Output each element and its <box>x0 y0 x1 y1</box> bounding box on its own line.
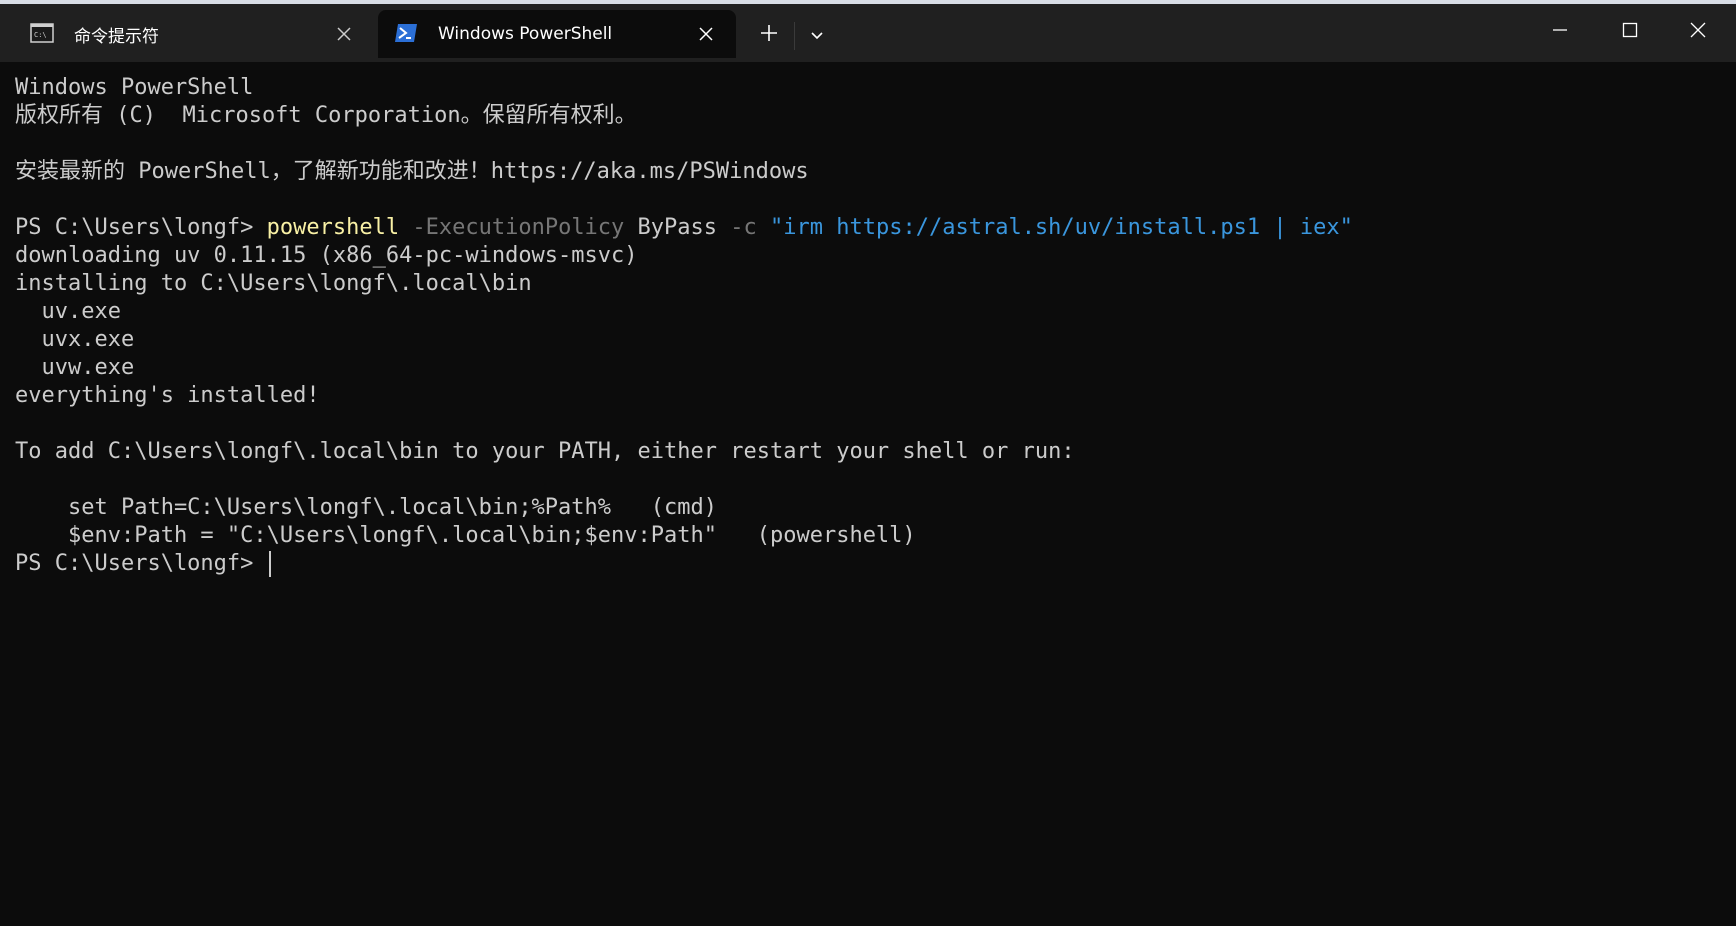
svg-text:C:\: C:\ <box>34 31 47 39</box>
console-line: everything's installed! <box>15 383 320 408</box>
command-parameter: -ExecutionPolicy <box>412 215 625 240</box>
minimize-icon <box>1552 22 1568 42</box>
new-tab-button[interactable] <box>752 18 786 52</box>
command-name: powershell <box>266 215 400 240</box>
scrollbar[interactable] <box>1728 62 1734 922</box>
console-line: uv.exe <box>15 299 121 324</box>
maximize-button[interactable] <box>1600 4 1660 60</box>
console-line: To add C:\Users\longf\.local\bin to your… <box>15 439 1075 464</box>
console-line: Windows PowerShell <box>15 75 254 100</box>
close-icon <box>1690 22 1706 42</box>
console-line: uvx.exe <box>15 327 135 352</box>
minimize-button[interactable] <box>1530 4 1590 60</box>
command-parameter: -c <box>730 215 757 240</box>
tab-powershell[interactable]: Windows PowerShell <box>378 10 736 58</box>
close-tab-icon[interactable] <box>328 18 360 50</box>
text-cursor <box>268 551 271 577</box>
command-argument: ByPass <box>637 215 718 240</box>
console-line: 安装最新的 PowerShell，了解新功能和改进！https://aka.ms… <box>15 159 809 184</box>
terminal-window: C:\ 命令提示符 Windows PowerShell Windows Pow… <box>0 0 1736 926</box>
console-line: installing to C:\Users\longf\.local\bin <box>15 271 532 296</box>
powershell-icon <box>394 23 420 45</box>
console-line: downloading uv 0.11.15 (x86_64-pc-window… <box>15 243 638 268</box>
chevron-down-icon <box>810 26 824 45</box>
console-line: 版权所有 (C) Microsoft Corporation。保留所有权利。 <box>15 103 637 128</box>
tab-label: Windows PowerShell <box>438 24 613 44</box>
cmd-icon: C:\ <box>30 23 56 45</box>
new-tab-dropdown-button[interactable] <box>800 18 834 52</box>
prompt: PS C:\Users\longf> <box>15 551 267 576</box>
close-window-button[interactable] <box>1668 4 1728 60</box>
tab-cmd[interactable]: C:\ 命令提示符 <box>14 10 374 58</box>
tab-label: 命令提示符 <box>74 26 159 47</box>
console-line: $env:Path = "C:\Users\longf\.local\bin;$… <box>15 523 916 548</box>
input-line[interactable]: PS C:\Users\longf> <box>15 550 271 578</box>
tab-divider <box>794 22 795 50</box>
plus-icon <box>760 24 778 46</box>
command-line: PS C:\Users\longf> powershell -Execution… <box>15 214 1353 242</box>
maximize-icon <box>1622 22 1638 42</box>
console-line: set Path=C:\Users\longf\.local\bin;%Path… <box>15 495 717 520</box>
console-line: uvw.exe <box>15 355 135 380</box>
command-string: "irm https://astral.sh/uv/install.ps1 | … <box>770 215 1353 240</box>
close-tab-icon[interactable] <box>690 18 722 50</box>
prompt: PS C:\Users\longf> <box>15 215 267 240</box>
